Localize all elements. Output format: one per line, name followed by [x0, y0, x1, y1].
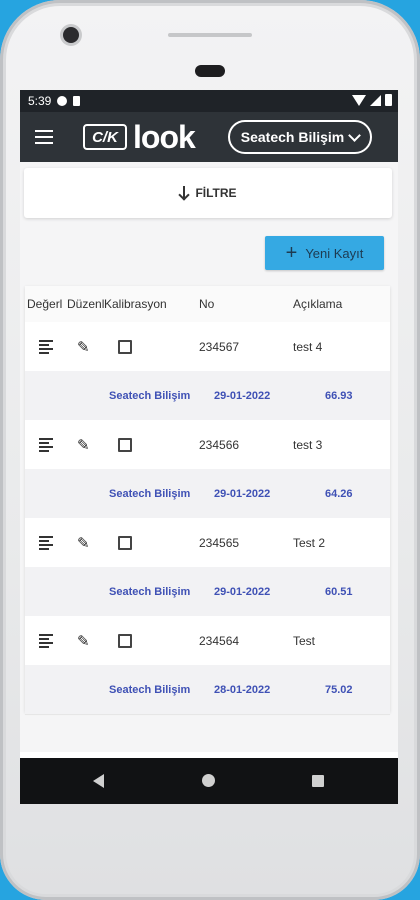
- phone-speaker-grille: [168, 33, 252, 37]
- signal-icon: [370, 94, 381, 106]
- evaluate-cell: [39, 518, 53, 567]
- lines-icon[interactable]: [39, 536, 53, 550]
- column-header-no[interactable]: No: [199, 286, 289, 322]
- phone-earpiece: [195, 65, 225, 77]
- record-value: 60.51: [325, 585, 353, 598]
- clipboard-icon: [73, 96, 81, 106]
- home-icon[interactable]: [202, 774, 215, 787]
- edit-cell: ✎: [77, 616, 90, 665]
- record-date: 29-01-2022: [214, 585, 271, 598]
- record-company: Seatech Bilişim: [109, 585, 191, 598]
- status-indicators: [352, 94, 392, 106]
- calibration-cell: [118, 322, 132, 371]
- table-row-detail: Seatech Bilişim 29-01-2022 64.26: [25, 469, 390, 519]
- lines-icon[interactable]: [39, 438, 53, 452]
- edit-cell: ✎: [77, 518, 90, 567]
- record-no: 234565: [199, 535, 240, 550]
- record-no: 234564: [199, 633, 240, 648]
- pencil-icon[interactable]: ✎: [77, 534, 90, 552]
- record-no: 234567: [199, 339, 240, 354]
- company-selector[interactable]: Seatech Bilişim: [228, 120, 372, 154]
- company-selector-label: Seatech Bilişim: [240, 129, 345, 145]
- record-no: 234566: [199, 437, 240, 452]
- checkbox-icon[interactable]: [118, 339, 132, 354]
- lines-icon[interactable]: [39, 340, 53, 354]
- table-header: Değerl Düzenl Kalibrasyon No Açıklama: [25, 286, 390, 323]
- record-value: 75.02: [325, 683, 353, 696]
- main-content: FİLTRE + Yeni Kayıt Değerl Düzenl Kalibr…: [20, 162, 398, 752]
- records-table: Değerl Düzenl Kalibrasyon No Açıklama ✎ …: [25, 286, 390, 715]
- logo-wordmark: look: [133, 118, 196, 155]
- record-company: Seatech Bilişim: [109, 389, 191, 402]
- app-bar: C/K look Seatech Bilişim: [20, 112, 398, 162]
- battery-icon: [385, 94, 392, 106]
- table-row-detail: Seatech Bilişim 29-01-2022 66.93: [25, 371, 390, 421]
- back-icon[interactable]: [93, 774, 104, 788]
- pencil-icon[interactable]: ✎: [77, 632, 90, 650]
- android-nav-bar: [20, 758, 398, 804]
- calibration-cell: [118, 420, 132, 469]
- chevron-down-icon: [348, 128, 362, 142]
- calibration-cell: [118, 616, 132, 665]
- table-row[interactable]: ✎ 234566 test 3: [25, 420, 390, 470]
- evaluate-cell: [39, 616, 53, 665]
- evaluate-cell: [39, 420, 53, 469]
- record-description: Test 2: [293, 535, 326, 550]
- recent-apps-icon[interactable]: [312, 775, 324, 787]
- record-company: Seatech Bilişim: [109, 487, 191, 500]
- filter-button[interactable]: FİLTRE: [24, 168, 392, 218]
- status-bar: 5:39: [20, 90, 398, 112]
- new-record-button[interactable]: + Yeni Kayıt: [265, 236, 384, 270]
- pencil-icon[interactable]: ✎: [77, 338, 90, 356]
- column-header-evaluate[interactable]: Değerl: [27, 286, 67, 322]
- table-row-detail: Seatech Bilişim 28-01-2022 75.02: [25, 665, 390, 715]
- table-row[interactable]: ✎ 234565 Test 2: [25, 518, 390, 568]
- record-description: test 4: [293, 339, 323, 354]
- calibration-cell: [118, 518, 132, 567]
- hamburger-icon[interactable]: [35, 129, 53, 145]
- pencil-icon[interactable]: ✎: [77, 436, 90, 454]
- phone-screen: 5:39 C/K look Seatech Bilişim FİLTRE + Y…: [20, 90, 398, 804]
- evaluate-cell: [39, 322, 53, 371]
- record-description: test 3: [293, 437, 323, 452]
- arrow-down-icon: [179, 186, 189, 200]
- table-row[interactable]: ✎ 234567 test 4: [25, 322, 390, 372]
- filter-label: FİLTRE: [195, 186, 237, 200]
- record-date: 29-01-2022: [214, 487, 271, 500]
- lines-icon[interactable]: [39, 634, 53, 648]
- wifi-icon: [352, 94, 366, 106]
- plus-icon: +: [285, 242, 298, 264]
- edit-cell: ✎: [77, 322, 90, 371]
- checkbox-icon[interactable]: [118, 535, 132, 550]
- column-header-calibration[interactable]: Kalibrasyon: [104, 286, 199, 322]
- table-row[interactable]: ✎ 234564 Test: [25, 616, 390, 666]
- column-header-edit[interactable]: Düzenl: [67, 286, 105, 322]
- status-time: 5:39: [28, 94, 52, 108]
- logo-mark: C/K: [83, 124, 127, 150]
- front-camera: [63, 27, 79, 43]
- column-header-description[interactable]: Açıklama: [293, 286, 383, 322]
- record-value: 64.26: [325, 487, 353, 500]
- record-value: 66.93: [325, 389, 353, 402]
- app-logo: C/K look: [83, 119, 196, 155]
- checkbox-icon[interactable]: [118, 633, 132, 648]
- phone-frame: 5:39 C/K look Seatech Bilişim FİLTRE + Y…: [0, 0, 420, 900]
- record-date: 28-01-2022: [214, 683, 271, 696]
- notification-icon: [57, 96, 68, 106]
- checkbox-icon[interactable]: [118, 437, 132, 452]
- table-row-detail: Seatech Bilişim 29-01-2022 60.51: [25, 567, 390, 617]
- record-date: 29-01-2022: [214, 389, 271, 402]
- record-description: Test: [293, 633, 316, 648]
- record-company: Seatech Bilişim: [109, 683, 191, 696]
- new-record-label: Yeni Kayıt: [305, 245, 364, 261]
- edit-cell: ✎: [77, 420, 90, 469]
